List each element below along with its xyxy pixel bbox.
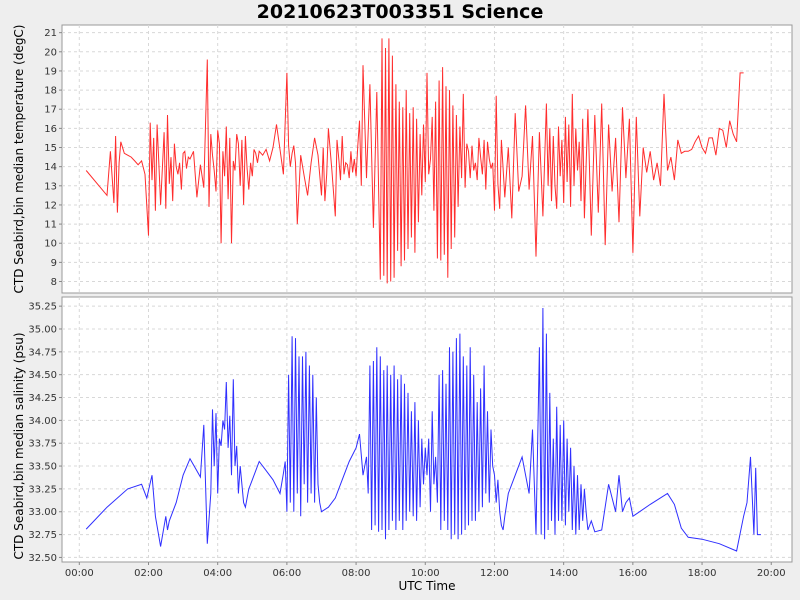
x-tick-label: 04:00	[203, 568, 232, 579]
salinity-y-tick-label: 33.50	[28, 462, 57, 473]
temperature-y-tick-label: 18	[44, 86, 57, 97]
x-tick-label: 12:00	[480, 568, 509, 579]
temperature-y-tick-label: 8	[51, 277, 57, 288]
salinity-y-tick-label: 33.25	[28, 484, 57, 495]
salinity-y-tick-label: 34.75	[28, 347, 57, 358]
salinity-y-tick-label: 34.00	[28, 416, 57, 427]
temperature-y-axis-label: CTD Seabird,bin median temperature (degC…	[12, 25, 26, 294]
temperature-y-tick-label: 17	[44, 105, 57, 116]
temperature-y-tick-label: 13	[44, 181, 57, 192]
salinity-y-tick-label: 35.25	[28, 302, 57, 313]
temperature-plot: 8 9 10 11 12 13 14 15 16 17 18 19 20 21 CTD Seabird,b…	[12, 24, 793, 294]
temperature-y-tick-label: 21	[44, 28, 57, 39]
temperature-y-tick-label: 15	[44, 143, 57, 154]
salinity-y-ticks: 32.50 32.75 33.00 33.25 33.50 33.75 34.00 34.25…	[28, 302, 62, 564]
chart-figure: 8 9 10 11 12 13 14 15 16 17 18 19 20 21 CTD Seabird,b…	[12, 24, 793, 593]
salinity-plot: 32.50 32.75 33.00 33.25 33.50 33.75 34.00 34.25…	[12, 296, 793, 593]
salinity-y-tick-label: 32.75	[28, 530, 57, 541]
temperature-y-tick-label: 19	[44, 66, 57, 77]
salinity-y-tick-label: 32.50	[28, 553, 57, 564]
x-tick-label: 10:00	[411, 568, 440, 579]
x-tick-label: 18:00	[688, 568, 717, 579]
salinity-y-tick-label: 35.00	[28, 324, 57, 335]
temperature-y-tick-label: 10	[44, 239, 57, 250]
x-tick-label: 20:00	[757, 568, 786, 579]
x-tick-label: 16:00	[618, 568, 647, 579]
salinity-y-tick-label: 33.00	[28, 507, 57, 518]
x-tick-label: 06:00	[272, 568, 301, 579]
temperature-y-tick-label: 12	[44, 200, 57, 211]
x-tick-label: 08:00	[342, 568, 371, 579]
x-axis-label: UTC Time	[399, 579, 456, 593]
temperature-y-tick-label: 9	[51, 258, 57, 269]
temperature-y-ticks: 8 9 10 11 12 13 14 15 16 17 18 19 20 21	[44, 28, 62, 288]
temperature-y-tick-label: 20	[44, 47, 57, 58]
temperature-y-tick-label: 14	[44, 162, 57, 173]
salinity-y-tick-label: 34.50	[28, 370, 57, 381]
salinity-y-axis-label: CTD Seabird,bin median salinity (psu)	[12, 332, 26, 559]
salinity-plot-area	[61, 296, 793, 563]
x-axis-ticks: 00:00 02:00 04:00 06:00 08:00 10:00 12:00 14:00…	[65, 562, 786, 579]
temperature-y-tick-label: 11	[44, 220, 57, 231]
temperature-y-tick-label: 16	[44, 124, 57, 135]
salinity-y-tick-label: 33.75	[28, 439, 57, 450]
x-tick-label: 02:00	[134, 568, 163, 579]
salinity-y-tick-label: 34.25	[28, 393, 57, 404]
x-tick-label: 00:00	[65, 568, 94, 579]
x-tick-label: 14:00	[549, 568, 578, 579]
